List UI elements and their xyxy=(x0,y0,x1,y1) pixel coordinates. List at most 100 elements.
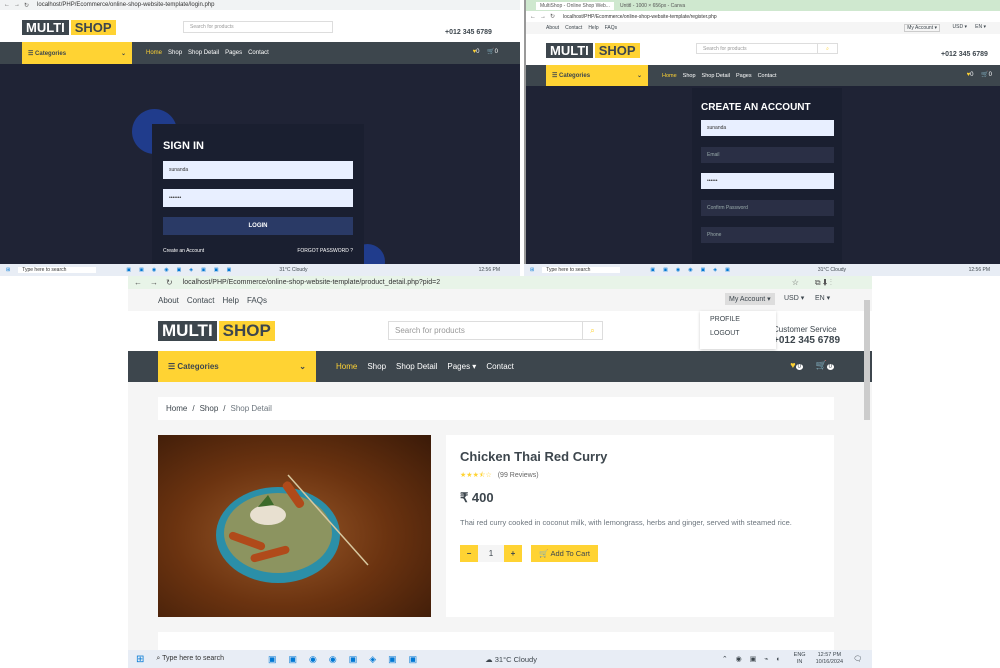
plus-button[interactable]: + xyxy=(504,545,522,562)
cart-icon[interactable]: 🛒 xyxy=(815,360,826,370)
search-bar: Search for products ⌕ xyxy=(696,43,838,54)
login-button[interactable]: LOGIN xyxy=(163,217,353,235)
menu-logout[interactable]: LOGOUT xyxy=(700,323,776,337)
address-bar[interactable]: localhost/PHP/Ecommerce/online-shop-webs… xyxy=(37,2,214,8)
search-icon[interactable]: ⌕ xyxy=(582,322,602,339)
tab-canva[interactable]: Untitl - 1000 × 656px - Canva xyxy=(620,3,685,9)
weather-widget[interactable]: 31°C Cloudy xyxy=(279,267,307,273)
nav-home[interactable]: Home xyxy=(336,362,357,371)
nav-contact[interactable]: Contact xyxy=(486,362,514,371)
cart-icon[interactable]: 🛒 xyxy=(487,49,494,55)
search-icon[interactable]: ⌕ xyxy=(817,44,837,53)
logo[interactable]: MULTI SHOP xyxy=(546,42,640,58)
email-input[interactable]: Email xyxy=(701,147,834,163)
product-title: Chicken Thai Red Curry xyxy=(460,449,608,464)
nav-contact[interactable]: Contact xyxy=(248,50,269,56)
windows-start-icon[interactable]: ⊞ xyxy=(136,654,144,665)
cart-icon[interactable]: 🛒 xyxy=(981,72,988,78)
windows-start-icon[interactable]: ⊞ xyxy=(6,267,10,273)
taskbar-search[interactable]: Type here to search xyxy=(18,267,97,273)
star-icon[interactable]: ☆ xyxy=(792,278,799,287)
scrollbar[interactable] xyxy=(864,300,870,420)
nav-shop-detail[interactable]: Shop Detail xyxy=(188,50,219,56)
breadcrumb-current: Shop Detail xyxy=(230,404,272,413)
account-dropdown[interactable]: My Account ▾ xyxy=(725,293,775,305)
create-account-link[interactable]: Create an Account xyxy=(163,248,204,254)
nav-home[interactable]: Home xyxy=(146,50,162,56)
currency-dropdown[interactable]: USD ▾ xyxy=(953,24,967,30)
heart-icon[interactable]: ♥ xyxy=(790,360,795,370)
currency-dropdown[interactable]: USD ▾ xyxy=(784,294,804,302)
chevron-down-icon: ⌄ xyxy=(636,73,642,79)
top-link-about[interactable]: About xyxy=(158,296,179,305)
breadcrumb-shop[interactable]: Shop xyxy=(200,404,219,413)
forward-icon[interactable]: → xyxy=(14,2,20,8)
extensions-icon[interactable]: ⧉ ⬇ ⋮ xyxy=(815,278,832,288)
breadcrumb-home[interactable]: Home xyxy=(166,404,187,413)
categories-button[interactable]: ☰ Categories ⌄ xyxy=(546,65,648,86)
quantity-input[interactable]: 1 xyxy=(478,545,504,562)
search-input[interactable]: Search for products xyxy=(697,44,817,53)
language-dropdown[interactable]: EN ▾ xyxy=(975,24,986,30)
taskbar-search[interactable]: ⌕ Type here to search xyxy=(152,655,228,663)
back-icon[interactable]: ← xyxy=(530,14,536,20)
back-icon[interactable]: ← xyxy=(4,2,10,8)
minus-button[interactable]: − xyxy=(460,545,478,562)
review-count: (99 Reviews) xyxy=(497,472,539,479)
nav-contact[interactable]: Contact xyxy=(758,73,777,79)
nav-links: Home Shop Shop Detail Pages Contact xyxy=(146,50,269,56)
browser-toolbar: ← → ↻ localhost/PHP/Ecommerce/online-sho… xyxy=(526,11,1000,22)
nav-shop-detail[interactable]: Shop Detail xyxy=(396,362,437,371)
account-dropdown[interactable]: My Account ▾ xyxy=(904,24,940,32)
username-input[interactable]: sunanda xyxy=(701,120,834,136)
reload-icon[interactable]: ↻ xyxy=(24,2,29,9)
logo[interactable]: MULTI SHOP xyxy=(158,319,275,342)
windows-start-icon[interactable]: ⊞ xyxy=(530,267,534,273)
nav-pages[interactable]: Pages ▾ xyxy=(447,362,476,371)
taskbar-apps: ▣▣◉◉▣◈▣ xyxy=(650,267,738,273)
menu-profile[interactable]: PROFILE xyxy=(700,311,776,323)
forward-icon[interactable]: → xyxy=(150,278,158,287)
top-link-help[interactable]: Help xyxy=(222,296,238,305)
language-dropdown[interactable]: EN ▾ xyxy=(815,294,830,302)
taskbar-search[interactable]: Type here to search xyxy=(542,267,621,273)
tab-multishop[interactable]: MultiShop - Online Shop Web... xyxy=(536,1,614,10)
categories-button[interactable]: ☰ Categories ⌄ xyxy=(22,42,132,64)
nav-shop[interactable]: Shop xyxy=(168,50,182,56)
weather-widget[interactable]: ☁ 31°C Cloudy xyxy=(485,655,537,664)
top-link-contact[interactable]: Contact xyxy=(565,25,582,31)
forgot-password-link[interactable]: FORGOT PASSWORD ? xyxy=(297,248,353,254)
tray-lang: ENG IN xyxy=(793,652,806,665)
search-input[interactable]: Search for products xyxy=(184,22,332,32)
username-input[interactable]: sunanda xyxy=(163,161,353,179)
nav-shop[interactable]: Shop xyxy=(683,73,696,79)
nav-shop[interactable]: Shop xyxy=(367,362,386,371)
nav-pages[interactable]: Pages xyxy=(736,73,752,79)
address-bar[interactable]: localhost/PHP/Ecommerce/online-shop-webs… xyxy=(183,279,440,286)
nav-shop-detail[interactable]: Shop Detail xyxy=(702,73,730,79)
top-link-contact[interactable]: Contact xyxy=(187,296,215,305)
top-link-about[interactable]: About xyxy=(546,25,559,31)
add-to-cart-button[interactable]: 🛒 Add To Cart xyxy=(531,545,598,562)
curry-bowl-image xyxy=(216,474,369,583)
tray-clock: 12:57 PM 10/16/2024 xyxy=(815,652,844,665)
weather-widget[interactable]: 31°C Cloudy xyxy=(818,267,846,273)
top-link-faqs[interactable]: FAQs xyxy=(247,296,267,305)
notification-icon[interactable]: 🗨 xyxy=(853,655,862,663)
search-input[interactable]: Search for products xyxy=(389,322,582,339)
password-input[interactable]: •••••• xyxy=(701,173,834,189)
back-icon[interactable]: ← xyxy=(134,278,142,287)
password-input[interactable]: ••••••• xyxy=(163,189,353,207)
nav-home[interactable]: Home xyxy=(662,73,677,79)
address-bar[interactable]: localhost/PHP/Ecommerce/online-shop-webs… xyxy=(563,14,717,20)
top-link-faqs[interactable]: FAQs xyxy=(605,25,618,31)
phone-input[interactable]: Phone xyxy=(701,227,834,243)
confirm-password-input[interactable]: Confirm Password xyxy=(701,200,834,216)
top-link-help[interactable]: Help xyxy=(588,25,598,31)
reload-icon[interactable]: ↻ xyxy=(550,13,555,20)
reload-icon[interactable]: ↻ xyxy=(166,278,173,287)
categories-button[interactable]: ☰ Categories ⌄ xyxy=(158,351,316,382)
nav-pages[interactable]: Pages xyxy=(225,50,242,56)
logo[interactable]: MULTI SHOP xyxy=(22,19,116,35)
forward-icon[interactable]: → xyxy=(540,14,546,20)
